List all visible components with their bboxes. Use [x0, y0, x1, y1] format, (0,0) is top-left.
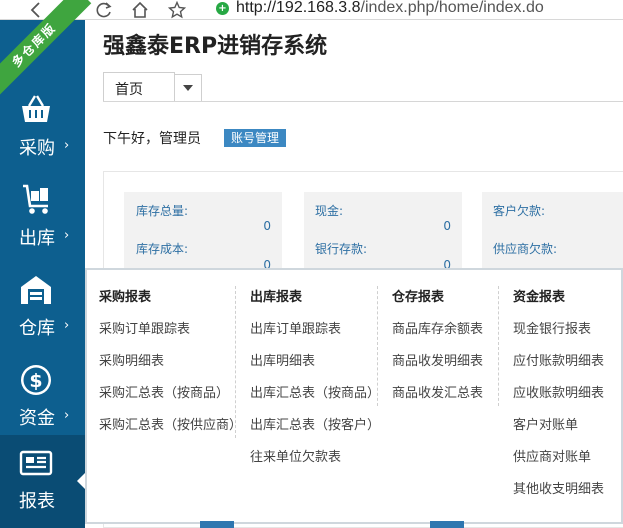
cart-icon [18, 182, 54, 218]
chevron-right-icon: › [64, 138, 70, 153]
background-chart-edge [200, 521, 234, 528]
menu-column-header: 仓存报表 [392, 290, 445, 305]
report-icon [18, 445, 54, 481]
menu-item[interactable]: 出库明细表 [250, 350, 315, 369]
background-chart-edge [430, 521, 464, 528]
tab-home[interactable]: 首页 [103, 72, 175, 102]
app-title: 强鑫泰ERP进销存系统 [103, 34, 328, 59]
sidebar-item-purchase[interactable]: 采购 › [0, 82, 85, 172]
chevron-right-icon: › [64, 318, 70, 333]
sidebar-item-label: 仓库 [19, 318, 55, 339]
active-indicator [77, 473, 85, 489]
chevron-right-icon: › [64, 228, 70, 243]
stat-label: 供应商欠款: [493, 242, 558, 256]
stat-value: 0 [263, 219, 271, 233]
back-icon[interactable] [24, 0, 46, 20]
sidebar-item-warehouse[interactable]: 仓库 › [0, 262, 85, 352]
stat-value: 0 [443, 219, 451, 233]
reload-icon[interactable] [93, 0, 115, 20]
caret-down-icon [183, 85, 193, 91]
menu-item[interactable]: 采购明细表 [99, 350, 164, 369]
stat-label: 库存成本: [136, 242, 189, 256]
menu-item[interactable]: 应收账款明细表 [513, 382, 604, 401]
menu-item[interactable]: 出库订单跟踪表 [250, 318, 341, 337]
menu-item[interactable]: 采购汇总表（按商品） [99, 382, 229, 401]
stat-label: 库存总量: [136, 204, 189, 218]
basket-icon [18, 92, 54, 128]
stat-label: 现金: [315, 204, 344, 218]
menu-item[interactable]: 出库汇总表（按客户） [250, 414, 380, 433]
greeting-text: 下午好，管理员 [103, 131, 201, 147]
browser-toolbar: + http://192.168.3.8/index.php/home/inde… [0, 0, 623, 20]
stat-label: 银行存款: [315, 242, 368, 256]
warehouse-icon [18, 272, 54, 308]
menu-item[interactable]: 出库汇总表（按商品） [250, 382, 380, 401]
menu-item[interactable]: 供应商对账单 [513, 446, 591, 465]
menu-item[interactable]: 商品收发明细表 [392, 350, 483, 369]
menu-item[interactable]: 商品收发汇总表 [392, 382, 483, 401]
address-bar[interactable]: http://192.168.3.8/index.php/home/index.… [236, 0, 544, 17]
chevron-right-icon: › [64, 408, 70, 423]
menu-column-header: 资金报表 [513, 290, 566, 305]
tab-dropdown[interactable] [174, 74, 202, 102]
sidebar-item-funds[interactable]: $ 资金 › [0, 352, 85, 442]
url-path: /index.php/home/index.do [360, 0, 544, 16]
sidebar-item-label: 出库 [19, 228, 55, 249]
sidebar-item-outbound[interactable]: 出库 › [0, 172, 85, 262]
tab-divider [103, 101, 623, 102]
menu-divider [377, 286, 378, 406]
menu-item[interactable]: 商品库存余额表 [392, 318, 483, 337]
sidebar: 多仓库版 采购 › 出库 › 仓库 › $ 资金 › 报表 [0, 0, 92, 528]
menu-column-header: 出库报表 [250, 290, 303, 305]
sidebar-item-reports[interactable]: 报表 [0, 435, 85, 528]
svg-text:$: $ [29, 370, 42, 392]
menu-item[interactable]: 应付账款明细表 [513, 350, 604, 369]
sidebar-item-label: 报表 [19, 491, 55, 512]
menu-divider [235, 286, 236, 438]
menu-divider [498, 286, 499, 406]
menu-item[interactable]: 采购订单跟踪表 [99, 318, 190, 337]
menu-item[interactable]: 客户对账单 [513, 414, 578, 433]
menu-column-header: 采购报表 [99, 290, 152, 305]
secure-site-icon[interactable]: + [216, 2, 229, 15]
reports-menu: 采购报表 采购订单跟踪表 采购明细表 采购汇总表（按商品） 采购汇总表（按供应商… [85, 268, 623, 524]
star-icon[interactable] [166, 0, 188, 20]
menu-item[interactable]: 采购汇总表（按供应商） [99, 414, 242, 433]
menu-item[interactable]: 现金银行报表 [513, 318, 591, 337]
dollar-coin-icon: $ [18, 362, 54, 398]
account-management-button[interactable]: 账号管理 [224, 129, 287, 147]
url-host: http://192.168.3.8 [236, 0, 361, 16]
stat-label: 客户欠款: [493, 204, 546, 218]
sidebar-item-label: 资金 [19, 408, 55, 429]
sidebar-item-label: 采购 [19, 138, 55, 159]
app-window: + http://192.168.3.8/index.php/home/inde… [0, 0, 623, 528]
menu-item[interactable]: 往来单位欠款表 [250, 446, 341, 465]
menu-item[interactable]: 其他收支明细表 [513, 478, 604, 497]
home-icon[interactable] [129, 0, 151, 20]
